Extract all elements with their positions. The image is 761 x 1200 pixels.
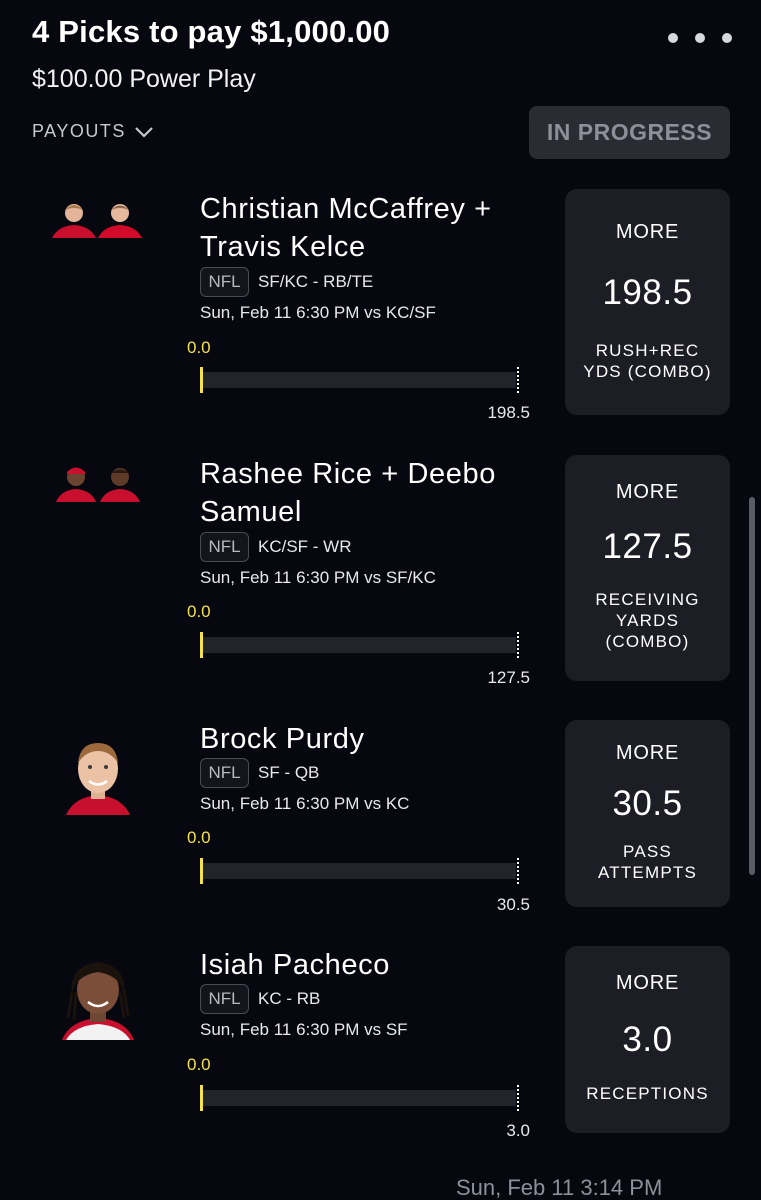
current-value: 0.0 [187, 828, 211, 847]
league-tag: NFL [200, 984, 249, 1014]
player-name: Rashee Rice + Deebo Samuel [200, 458, 496, 528]
progress-track [200, 863, 516, 879]
player-headshot [62, 962, 134, 1040]
game-time: Sun, Feb 11 6:30 PM vs KC/SF [200, 303, 436, 322]
target-marker [517, 367, 519, 393]
player-headshot [56, 467, 140, 502]
player-name: Isiah Pacheco [200, 949, 390, 981]
player-headshot [66, 743, 130, 815]
progress-indicator [200, 632, 203, 658]
more-options-icon[interactable] [668, 30, 732, 46]
progress-indicator [200, 858, 203, 884]
projection-line: 127.5 [602, 527, 693, 566]
current-value: 0.0 [187, 1055, 211, 1074]
progress-track [200, 637, 516, 653]
current-value: 0.0 [187, 602, 211, 621]
chevron-down-icon [135, 126, 153, 138]
pick-direction: MORE [615, 221, 680, 243]
entry-subtitle: $100.00 Power Play [32, 65, 256, 93]
pick-direction: MORE [615, 742, 680, 764]
player-name: Brock Purdy [200, 723, 365, 755]
pick-direction: MORE [615, 972, 680, 994]
projection-line: 30.5 [612, 784, 683, 823]
target-marker [517, 1085, 519, 1111]
status-badge: IN PROGRESS [529, 106, 730, 159]
stat-type: RECEPTIONS [586, 1084, 709, 1103]
team-position: KC - RB [258, 989, 321, 1008]
current-value: 0.0 [187, 338, 211, 357]
projection-card[interactable]: MORE 198.5 RUSH+REC YDS (COMBO) [565, 189, 730, 415]
stat-type: PASS ATTEMPTS [597, 842, 697, 882]
team-position: SF/KC - RB/TE [258, 272, 374, 291]
player-headshot [52, 204, 142, 238]
target-value: 198.5 [487, 403, 530, 422]
projection-line: 3.0 [622, 1020, 673, 1059]
stat-type: RUSH+REC YDS (COMBO) [583, 341, 712, 381]
progress-track [200, 372, 516, 388]
entry-detail-screen: 4 Picks to pay $1,000.00 $100.00 Power P… [0, 0, 761, 1200]
team-position: SF - QB [258, 763, 320, 782]
target-marker [517, 858, 519, 884]
payouts-label: PAYOUTS [32, 121, 126, 141]
stat-type: RECEIVING YARDS (COMBO) [595, 590, 700, 651]
progress-indicator [200, 367, 203, 393]
target-marker [517, 632, 519, 658]
league-tag: NFL [200, 267, 249, 297]
projection-card[interactable]: MORE 127.5 RECEIVING YARDS (COMBO) [565, 455, 730, 681]
game-time: Sun, Feb 11 6:30 PM vs SF [200, 1020, 408, 1039]
game-time: Sun, Feb 11 6:30 PM vs SF/KC [200, 568, 436, 587]
projection-card[interactable]: MORE 30.5 PASS ATTEMPTS [565, 720, 730, 907]
projection-card[interactable]: MORE 3.0 RECEPTIONS [565, 946, 730, 1133]
payouts-toggle[interactable]: PAYOUTS [32, 121, 154, 142]
league-tag: NFL [200, 532, 249, 562]
target-value: 3.0 [506, 1121, 530, 1140]
team-position: KC/SF - WR [258, 537, 352, 556]
progress-track [200, 1090, 516, 1106]
player-name: Christian McCaffrey + Travis Kelce [200, 193, 492, 263]
entry-title: 4 Picks to pay $1,000.00 [32, 14, 391, 49]
scrollbar[interactable] [749, 497, 755, 875]
target-value: 30.5 [496, 895, 530, 914]
timestamp: Sun, Feb 11 3:14 PM [456, 1175, 663, 1200]
projection-line: 198.5 [602, 273, 693, 312]
game-time: Sun, Feb 11 6:30 PM vs KC [200, 794, 410, 813]
pick-direction: MORE [615, 481, 680, 503]
progress-indicator [200, 1085, 203, 1111]
league-tag: NFL [200, 758, 249, 788]
target-value: 127.5 [487, 668, 530, 687]
